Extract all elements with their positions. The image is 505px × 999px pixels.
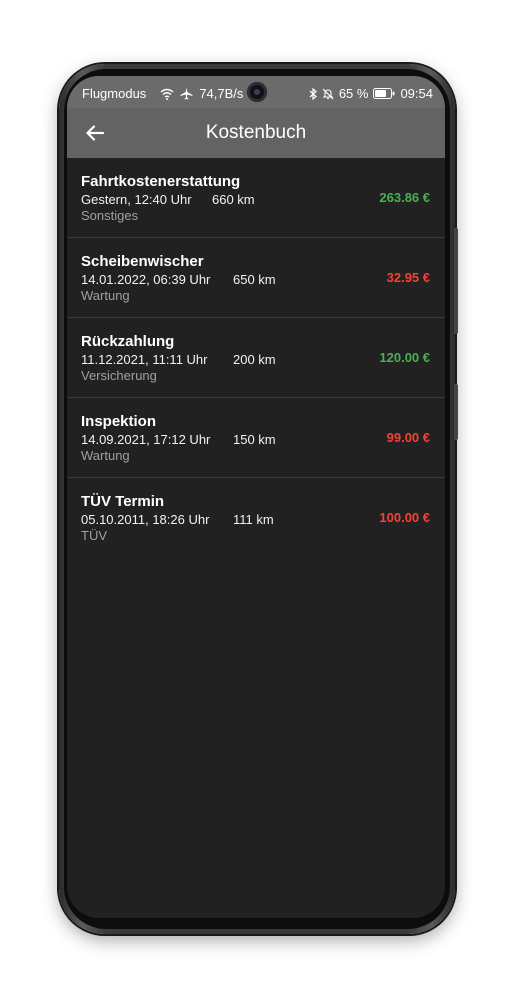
screen: Flugmodus 74,7B/s 65 % 09:54 Kostenbuch … <box>67 76 445 918</box>
airplane-mode-label: Flugmodus <box>82 86 147 101</box>
entry-category: TÜV <box>81 528 107 543</box>
entry-km: 660 km <box>212 192 255 207</box>
entry-km: 200 km <box>233 352 276 367</box>
entry-date: Gestern, 12:40 Uhr <box>81 192 192 207</box>
entry-amount: 263.86 € <box>379 190 430 205</box>
clock: 09:54 <box>400 86 433 101</box>
entry-amount: 100.00 € <box>379 510 430 525</box>
entry-title: TÜV Termin <box>81 493 165 510</box>
status-right: 65 % 09:54 <box>309 86 433 101</box>
page-title: Kostenbuch <box>205 122 307 143</box>
list-item[interactable]: TÜV Termin 05.10.2011, 18:26 Uhr 111 km … <box>67 478 445 557</box>
battery-percent: 65 % <box>338 86 369 101</box>
bell-muted-icon <box>322 88 334 100</box>
entry-km: 150 km <box>233 432 276 447</box>
entry-category: Versicherung <box>81 368 157 383</box>
entry-amount: 99.00 € <box>386 430 430 445</box>
entry-amount: 120.00 € <box>379 350 430 365</box>
list-item[interactable]: Inspektion 14.09.2021, 17:12 Uhr 150 km … <box>67 398 445 478</box>
entry-date: 14.01.2022, 06:39 Uhr <box>81 272 211 287</box>
entry-km: 111 km <box>233 512 274 527</box>
list-item[interactable]: Fahrtkostenerstattung Gestern, 12:40 Uhr… <box>67 158 445 238</box>
entry-title: Rückzahlung <box>81 333 175 350</box>
cost-list: Fahrtkostenerstattung Gestern, 12:40 Uhr… <box>67 158 445 557</box>
airplane-icon <box>180 87 193 100</box>
power-button <box>454 384 458 440</box>
list-item[interactable]: Rückzahlung 11.12.2021, 11:11 Uhr 200 km… <box>67 318 445 398</box>
network-speed: 74,7B/s <box>199 86 244 101</box>
bluetooth-icon <box>309 87 317 100</box>
entry-km: 650 km <box>233 272 276 287</box>
entry-category: Wartung <box>81 448 130 463</box>
entry-date: 14.09.2021, 17:12 Uhr <box>81 432 211 447</box>
entry-category: Sonstiges <box>81 208 139 223</box>
front-camera <box>247 82 267 102</box>
app-bar: Kostenbuch <box>67 108 445 158</box>
entry-title: Inspektion <box>81 413 157 430</box>
entry-category: Wartung <box>81 288 130 303</box>
battery-icon <box>373 88 395 99</box>
wifi-icon <box>160 88 174 100</box>
entry-date: 11.12.2021, 11:11 Uhr <box>81 352 208 367</box>
status-bar: Flugmodus 74,7B/s 65 % 09:54 <box>67 76 445 108</box>
list-item[interactable]: Scheibenwischer 14.01.2022, 06:39 Uhr 65… <box>67 238 445 318</box>
entry-title: Scheibenwischer <box>81 253 204 270</box>
entry-title: Fahrtkostenerstattung <box>81 173 241 190</box>
entry-date: 05.10.2011, 18:26 Uhr <box>81 512 210 527</box>
entry-amount: 32.95 € <box>386 270 430 285</box>
volume-button <box>454 228 458 334</box>
status-left: Flugmodus 74,7B/s <box>82 86 243 101</box>
